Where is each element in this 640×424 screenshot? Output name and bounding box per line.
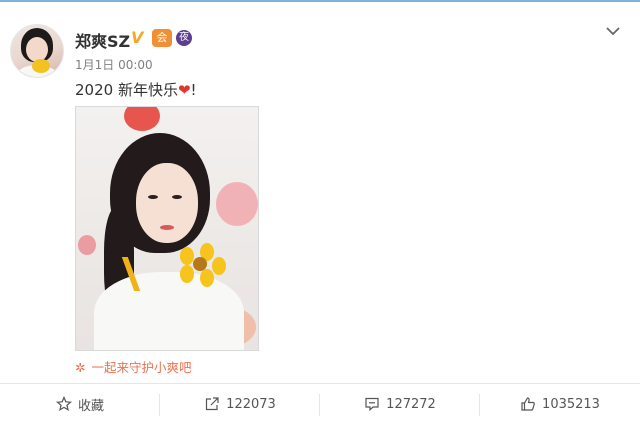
comment-icon xyxy=(365,397,379,412)
post-image[interactable] xyxy=(75,106,259,351)
supertopic-link[interactable]: ✲ 一起来守护小爽吧 xyxy=(75,357,192,376)
top-border xyxy=(0,0,640,2)
username[interactable]: 郑爽SZ xyxy=(75,28,130,52)
verified-badge-icon[interactable]: V xyxy=(131,28,143,47)
supertopic-label: 一起来守护小爽吧 xyxy=(91,360,192,375)
vip-badge-icon[interactable]: 夜 xyxy=(176,30,192,46)
action-bar: 收藏 122073 127272 1035213 xyxy=(0,384,640,424)
flower-icon: ✲ xyxy=(75,360,86,375)
chevron-down-icon[interactable] xyxy=(604,22,622,40)
heart-emoji: ❤ xyxy=(177,81,191,99)
star-icon xyxy=(56,396,72,412)
share-icon xyxy=(206,397,219,411)
post-text-main: 2020 新年快乐 xyxy=(75,81,178,99)
member-badge-icon[interactable]: 会 xyxy=(152,29,172,47)
like-button[interactable]: 1035213 xyxy=(480,384,640,424)
like-count: 1035213 xyxy=(542,396,600,412)
avatar[interactable] xyxy=(10,24,64,78)
post-text: 2020 新年快乐❤! xyxy=(75,79,197,100)
favorite-button[interactable]: 收藏 xyxy=(0,384,160,424)
post-text-suffix: ! xyxy=(190,81,197,99)
repost-button[interactable]: 122073 xyxy=(160,384,320,424)
post-time[interactable]: 1月1日 00:00 xyxy=(75,56,153,73)
favorite-label: 收藏 xyxy=(77,398,104,414)
repost-count: 122073 xyxy=(226,396,276,412)
comment-button[interactable]: 127272 xyxy=(320,384,480,424)
comment-count: 127272 xyxy=(386,396,436,412)
thumbs-up-icon xyxy=(521,397,535,411)
